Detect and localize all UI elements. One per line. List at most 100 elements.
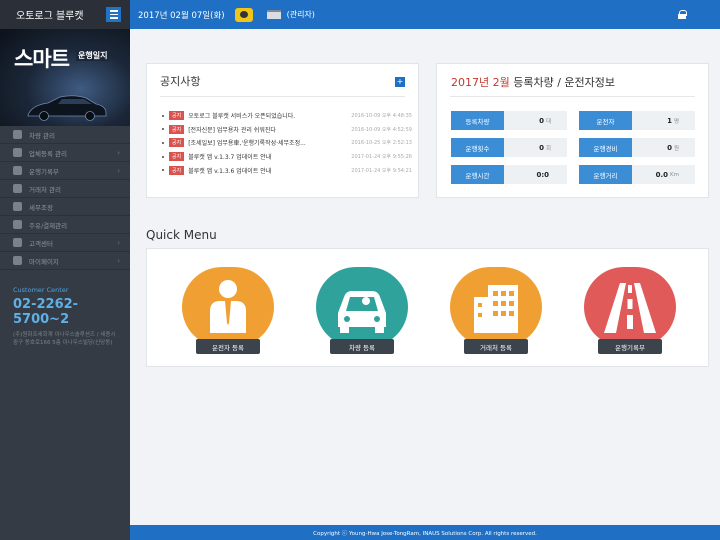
sidebar-item-client[interactable]: 거래처 관리 <box>0 180 130 198</box>
bullet-icon <box>162 155 164 158</box>
list-item[interactable]: 공지 [조세일보] 업무용車,'운행기록작성·세무조정... 2016-10-25 … <box>162 136 412 150</box>
sidebar-item-mypage[interactable]: 마이페이지 › <box>0 252 130 270</box>
calculator-icon <box>13 202 22 211</box>
stat-unit: 대 <box>545 118 551 125</box>
stat-label: 운행횟수 <box>451 138 504 157</box>
stat-label: 운행시간 <box>451 165 504 184</box>
sidebar-item-vehicle[interactable]: 차량 관리 <box>0 126 130 144</box>
sidebar-item-label: 마이페이지 <box>29 257 59 266</box>
quick-vehicle-register[interactable]: 차량 등록 <box>316 267 408 359</box>
sidebar-item-support[interactable]: 고객센터 › <box>0 234 130 252</box>
stat-value: 1 <box>667 116 672 125</box>
lock-icon[interactable] <box>678 10 687 19</box>
footer: Copyright ⓒ Young-Hwa Jose-TongRam, INAU… <box>130 525 720 540</box>
sidebar-item-label: 세무조정 <box>29 203 53 212</box>
businessman-icon <box>210 280 246 333</box>
notice-title: 공지사항 <box>160 75 201 88</box>
driver-circle[interactable] <box>182 267 274 347</box>
stat-value: 0 <box>539 143 544 152</box>
bullet-icon <box>162 114 164 117</box>
stat-value: 0.0 <box>655 170 669 179</box>
stat-value-box: 0원 <box>632 138 695 157</box>
customer-center: Customer Center 02-2262-5700~2 (주)원화조세회계… <box>0 270 130 347</box>
quick-logbook[interactable]: 운행기록부 <box>584 267 676 359</box>
stat-drivers: 운전자 1 명 <box>579 111 695 130</box>
plus-icon[interactable]: + <box>395 77 405 87</box>
stat-trip-count: 운행횟수 0 회 <box>451 138 567 157</box>
quick-driver-register[interactable]: 운전자 등록 <box>182 267 274 359</box>
chevron-right-icon: › <box>117 238 120 247</box>
customer-center-title: Customer Center <box>13 286 69 294</box>
building-icon <box>474 285 518 333</box>
stat-unit: 명 <box>673 118 679 125</box>
stat-unit: 원 <box>673 145 679 152</box>
car-icon <box>13 130 22 139</box>
quick-client-register[interactable]: 거래처 등록 <box>450 267 542 359</box>
quick-vehicle-label[interactable]: 차량 등록 <box>330 339 394 354</box>
stat-unit: 회 <box>545 145 551 152</box>
notice-text[interactable]: 블루캣 앱 v.1.3.7 업데이트 안내 <box>188 152 326 161</box>
sidebar: 오토로그 블루캣 스마트 운행일지 차량 관리 업체등록 관리 › 운행기록부 › … <box>0 0 130 540</box>
brand-title[interactable]: 오토로그 블루캣 <box>16 7 84 22</box>
sidebar-item-fuel[interactable]: 주유/결제관리 <box>0 216 130 234</box>
banner-title: 스마트 <box>14 47 70 71</box>
chevron-right-icon: › <box>117 256 120 265</box>
quick-menu-panel: 운전자 등록 차량 등록 거래처 등록 운행기록부 <box>146 248 709 367</box>
notice-text[interactable]: 블루캣 앱 v.1.3.6 업데이트 안내 <box>188 166 326 175</box>
divider <box>450 96 695 97</box>
sidebar-item-tax[interactable]: 세무조정 <box>0 198 130 216</box>
stat-label: 운전자 <box>579 111 632 130</box>
current-date: 2017년 02월 07일(화) <box>138 10 225 21</box>
quick-driver-label[interactable]: 운전자 등록 <box>196 339 260 354</box>
quick-menu-title: Quick Menu <box>146 228 217 242</box>
stat-registered-vehicles: 등록차량 0 대 <box>451 111 567 130</box>
profile-icon[interactable] <box>234 7 253 22</box>
car-image <box>27 95 107 121</box>
notice-badge: 공지 <box>169 111 185 121</box>
client-circle[interactable] <box>450 267 542 347</box>
vehicle-circle[interactable] <box>316 267 408 347</box>
customer-center-address: (주)원화조세회계 이나우스솔루션즈 / 세종시 중구 동호로166 5층 이나… <box>13 332 116 346</box>
notice-badge: 공지 <box>169 165 185 175</box>
notice-date: 2016-10-25 오후 2:52:13 <box>351 140 412 147</box>
sidebar-item-label: 차량 관리 <box>29 131 55 140</box>
speaker-icon <box>13 238 22 247</box>
menu-toggle-button[interactable] <box>106 7 121 22</box>
sidebar-item-label: 업체등록 관리 <box>29 149 67 158</box>
sidebar-item-logbook[interactable]: 운행기록부 › <box>0 162 130 180</box>
stat-label: 운행거리 <box>579 165 632 184</box>
notice-text[interactable]: 오토로그 블루캣 서비스가 오픈되었습니다. <box>188 111 326 120</box>
customer-center-phone: 02-2262-5700~2 <box>13 297 79 327</box>
stats-title: 2017년 2월 등록차량 / 운전자정보 <box>451 74 615 90</box>
notice-date: 2017-01-24 오후 9:54:21 <box>351 167 412 174</box>
stat-value: 0:0 <box>536 170 549 179</box>
stat-value-box: 0.0 Km <box>632 165 695 184</box>
notice-date: 2017-01-24 오후 9:55:26 <box>351 154 412 161</box>
logbook-circle[interactable] <box>584 267 676 347</box>
document-icon <box>13 184 22 193</box>
notice-text[interactable]: [조세일보] 업무용車,'운행기록작성·세무조정... <box>188 138 326 147</box>
list-item[interactable]: 공지 오토로그 블루캣 서비스가 오픈되었습니다. 2016-10-09 오후 4:… <box>162 109 412 123</box>
stat-trip-time: 운행시간 0:0 <box>451 165 567 184</box>
quick-client-label[interactable]: 거래처 등록 <box>464 339 528 354</box>
stats-title-text: 등록차량 / 운전자정보 <box>509 76 616 89</box>
notice-panel: 공지사항 + 공지 오토로그 블루캣 서비스가 오픈되었습니다. 2016-10-0… <box>146 63 419 198</box>
card-icon <box>13 220 22 229</box>
stat-value-box: 0회 <box>504 138 567 157</box>
notice-date: 2016-10-09 오후 4:52:59 <box>351 126 412 133</box>
stat-unit: Km <box>670 171 679 178</box>
stat-label: 운행경비 <box>579 138 632 157</box>
quick-logbook-label[interactable]: 운행기록부 <box>598 339 662 354</box>
sidebar-item-company[interactable]: 업체등록 관리 › <box>0 144 130 162</box>
notice-text[interactable]: [전자신문] 업무용차 관리 쉬워진다 <box>188 125 326 134</box>
user-icon <box>13 256 22 265</box>
bullet-icon <box>162 169 164 172</box>
sidebar-item-label: 고객센터 <box>29 239 53 248</box>
notice-list: 공지 오토로그 블루캣 서비스가 오픈되었습니다. 2016-10-09 오후 4:… <box>162 109 412 177</box>
list-item[interactable]: 공지 [전자신문] 업무용차 관리 쉬워진다 2016-10-09 오후 4:52:… <box>162 123 412 137</box>
list-item[interactable]: 공지 블루캣 앱 v.1.3.7 업데이트 안내 2017-01-24 오후 9:5… <box>162 150 412 164</box>
list-item[interactable]: 공지 블루캣 앱 v.1.3.6 업데이트 안내 2017-01-24 오후 9:5… <box>162 163 412 177</box>
car-driver-icon <box>338 291 386 333</box>
sidebar-nav: 차량 관리 업체등록 관리 › 운행기록부 › 거래처 관리 세무조정 주유/결제관… <box>0 126 130 270</box>
main-content: 공지사항 + 공지 오토로그 블루캣 서비스가 오픈되었습니다. 2016-10-0… <box>130 29 720 525</box>
